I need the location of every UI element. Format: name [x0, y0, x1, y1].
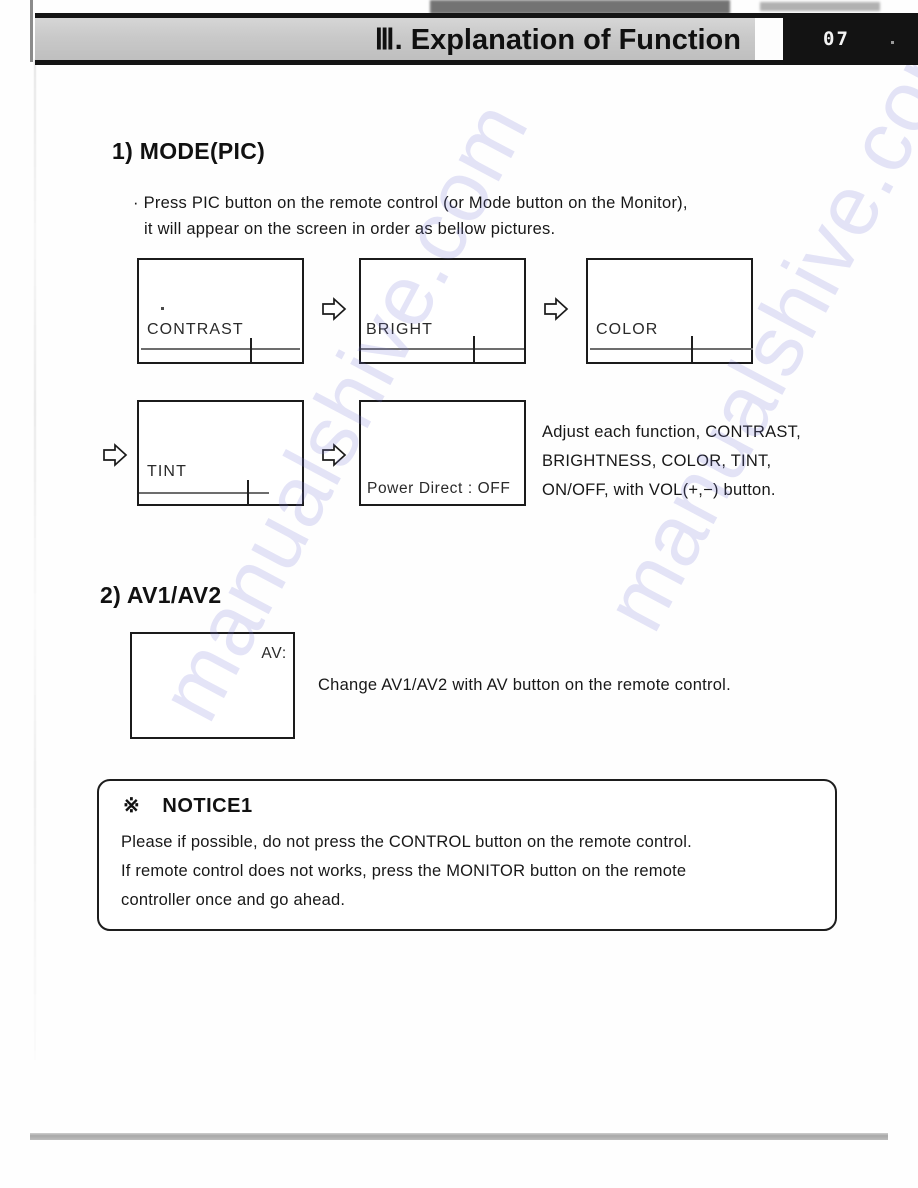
page-title: Ⅲ. Explanation of Function: [374, 23, 741, 56]
mode-note-line-3: ON/OFF, with VOL(+,−) button.: [542, 481, 776, 499]
osd-label-bright: BRIGHT: [366, 321, 434, 338]
osd-label-color: COLOR: [596, 321, 659, 338]
header-rule-bottom: [35, 60, 883, 65]
page-number-badge: 07: [783, 13, 918, 65]
right-arrow-outline-icon: [321, 443, 347, 467]
page-number-dot: [891, 41, 894, 44]
osd-box-bright: BRIGHT: [359, 258, 526, 364]
section-heading-av: 2) AV1/AV2: [100, 582, 222, 608]
osd-box-tint: TINT: [137, 400, 304, 506]
page-number: 07: [823, 28, 850, 50]
osd-box-av: AV:: [130, 632, 295, 739]
osd-slider-thumb-contrast: [250, 338, 252, 362]
osd-slider-track-tint: [139, 492, 269, 494]
section-heading-mode-pic: 1) MODE(PIC): [112, 138, 266, 164]
mode-intro-line-2: it will appear on the screen in order as…: [144, 220, 556, 238]
osd-slider-thumb-color: [691, 336, 693, 362]
mode-note-line-1: Adjust each function, CONTRAST,: [542, 423, 802, 441]
osd-box-power-direct: Power Direct : OFF: [359, 400, 526, 506]
page-header: Ⅲ. Explanation of Function 07: [35, 13, 918, 65]
scan-speck: [161, 307, 164, 310]
notice-symbol-icon: ※: [123, 795, 141, 817]
notice-line-1: Please if possible, do not press the CON…: [121, 833, 692, 851]
mode-note-line-2: BRIGHTNESS, COLOR, TINT,: [542, 452, 772, 470]
right-arrow-outline-icon: [102, 443, 128, 467]
osd-box-contrast: CONTRAST: [137, 258, 304, 364]
notice-title: ※ NOTICE1: [123, 793, 253, 818]
osd-slider-thumb-tint: [247, 480, 249, 506]
osd-slider-track-bright: [361, 348, 524, 350]
osd-label-av: AV:: [261, 645, 287, 662]
page-content: 1) MODE(PIC) · Press PIC button on the r…: [0, 0, 918, 1188]
av-note-line-1: Change AV1/AV2 with AV button on the rem…: [318, 676, 731, 694]
osd-slider-thumb-bright: [473, 336, 475, 362]
mode-intro-line-1: · Press PIC button on the remote control…: [133, 194, 688, 212]
osd-label-tint: TINT: [147, 463, 187, 480]
osd-label-contrast: CONTRAST: [147, 321, 244, 338]
osd-box-color: COLOR: [586, 258, 753, 364]
right-arrow-outline-icon: [543, 297, 569, 321]
notice-box: ※ NOTICE1 Please if possible, do not pre…: [97, 779, 837, 931]
notice-title-text: NOTICE1: [162, 795, 253, 817]
osd-label-power-direct: Power Direct : OFF: [367, 480, 511, 497]
osd-slider-track-color: [590, 348, 753, 350]
footer-rule: [30, 1133, 888, 1140]
right-arrow-outline-icon: [321, 297, 347, 321]
osd-slider-track-contrast: [141, 348, 300, 350]
notice-line-3: controller once and go ahead.: [121, 891, 346, 909]
notice-line-2: If remote control does not works, press …: [121, 862, 687, 880]
